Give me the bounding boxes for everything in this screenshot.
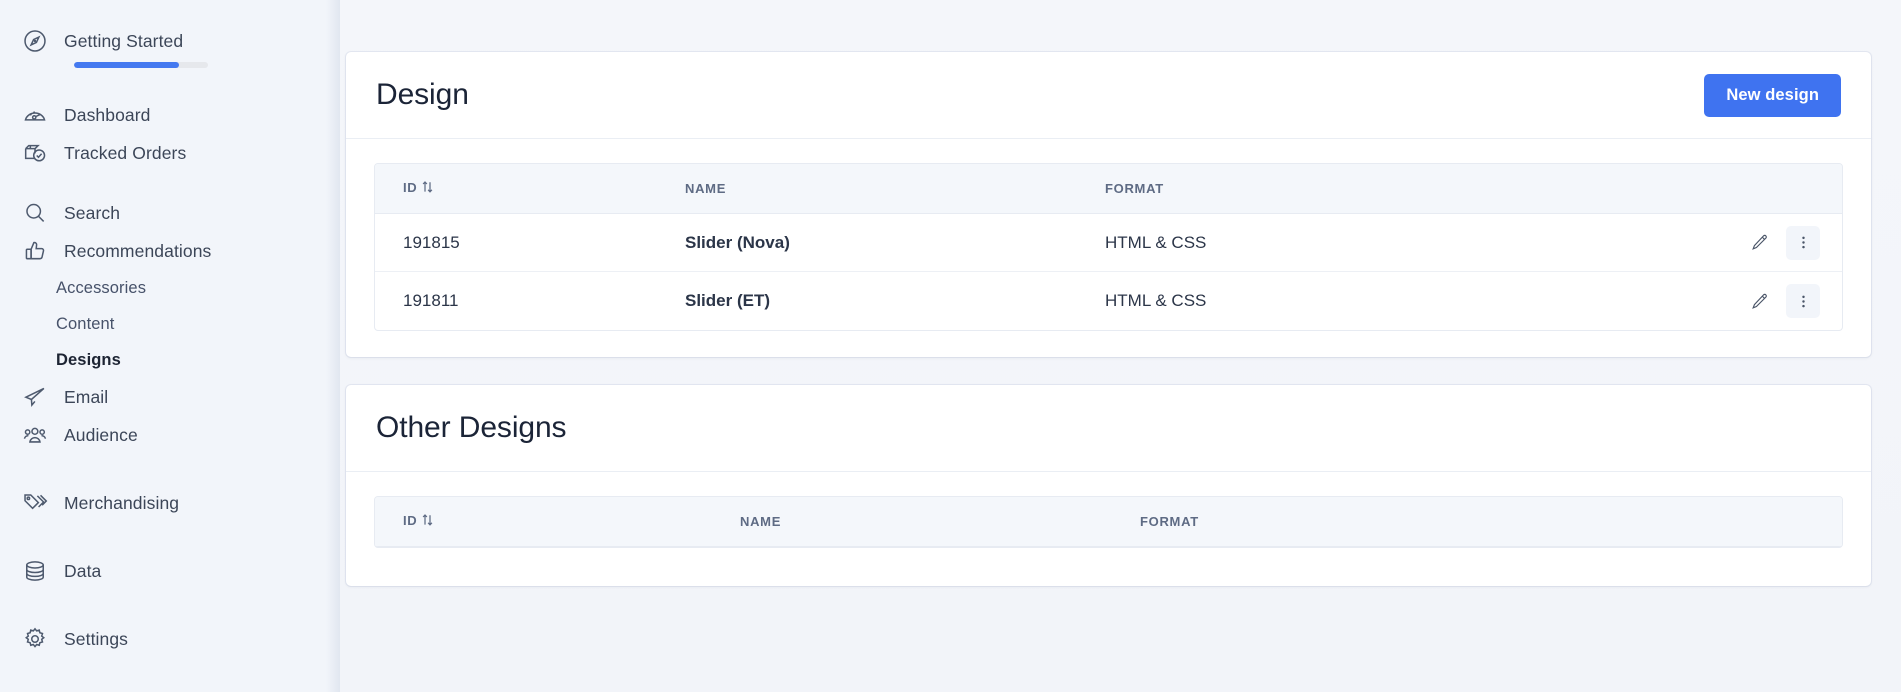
sidebar-item-recommendations[interactable]: Recommendations xyxy=(0,232,340,270)
sidebar-item-audience[interactable]: Audience xyxy=(0,416,340,454)
sidebar-item-label: Dashboard xyxy=(64,104,151,125)
pencil-icon[interactable] xyxy=(1742,226,1776,260)
table-row[interactable]: 191811 Slider (ET) HTML & CSS xyxy=(375,272,1842,330)
column-header-name: NAME xyxy=(740,497,1140,547)
table-header-row: ID NAME FORMAT xyxy=(375,497,1842,547)
column-header-id-label: ID xyxy=(403,180,418,196)
sidebar-item-label: Tracked Orders xyxy=(64,142,187,163)
sidebar-item-dashboard[interactable]: Dashboard xyxy=(0,96,340,134)
column-header-id[interactable]: ID xyxy=(375,164,685,214)
sidebar-item-getting-started[interactable]: Getting Started xyxy=(0,22,340,60)
row-actions xyxy=(1625,225,1842,260)
progress-track xyxy=(74,62,208,68)
column-header-format: FORMAT xyxy=(1140,497,1842,547)
sidebar-item-label: Accessories xyxy=(56,278,147,297)
tracked-orders-box-check-icon xyxy=(22,140,56,166)
sidebar-item-label: Getting Started xyxy=(64,30,184,51)
sidebar-item-label: Settings xyxy=(64,628,129,649)
sidebar-item-label: Designs xyxy=(56,350,121,369)
other-designs-card-header: Other Designs xyxy=(346,385,1871,472)
cell-format: HTML & CSS xyxy=(1105,214,1625,272)
sort-ascending-icon xyxy=(422,180,433,196)
cell-actions xyxy=(1625,272,1842,330)
sidebar-item-label: Search xyxy=(64,202,121,223)
row-actions xyxy=(1625,284,1842,318)
new-design-button[interactable]: New design xyxy=(1704,73,1841,117)
sidebar-item-label: Merchandising xyxy=(64,492,180,513)
sidebar-item-label: Audience xyxy=(64,424,138,445)
other-designs-empty-state xyxy=(374,548,1843,560)
other-designs-card: Other Designs ID NAME FORMAT xyxy=(346,385,1871,586)
sidebar: Getting Started Dashboard Tracked Orders… xyxy=(0,0,340,692)
design-card-header: Design New design xyxy=(346,52,1871,139)
sidebar-item-settings[interactable]: Settings xyxy=(0,620,340,658)
design-card: Design New design ID NAME FORMAT 191815 … xyxy=(346,52,1871,357)
sidebar-item-label: Data xyxy=(64,560,102,581)
sidebar-item-designs[interactable]: Designs xyxy=(0,342,340,378)
sidebar-item-data[interactable]: Data xyxy=(0,552,340,590)
page-title: Design xyxy=(376,78,469,111)
progress-fill xyxy=(74,62,179,68)
table-header-row: ID NAME FORMAT xyxy=(375,164,1842,214)
cell-format: HTML & CSS xyxy=(1105,291,1207,310)
thumbs-up-icon xyxy=(22,238,56,264)
sidebar-item-merchandising[interactable]: Merchandising xyxy=(0,484,340,522)
dashboard-gauge-icon xyxy=(22,102,56,128)
other-designs-title: Other Designs xyxy=(376,411,567,444)
compass-icon xyxy=(22,28,56,54)
cell-name: Slider (Nova) xyxy=(685,214,1105,272)
sidebar-item-label: Recommendations xyxy=(64,240,212,261)
cell-id: 191811 xyxy=(403,291,459,310)
sidebar-item-label: Content xyxy=(56,314,115,333)
other-designs-card-body: ID NAME FORMAT xyxy=(346,472,1871,586)
sidebar-item-tracked-orders[interactable]: Tracked Orders xyxy=(0,134,340,172)
designs-table-head: ID NAME FORMAT xyxy=(375,164,1842,214)
sidebar-item-accessories[interactable]: Accessories xyxy=(0,270,340,306)
app-root: Getting Started Dashboard Tracked Orders… xyxy=(0,0,1901,692)
sidebar-item-label: Email xyxy=(64,386,109,407)
database-icon xyxy=(22,558,56,584)
sort-ascending-icon xyxy=(422,513,433,529)
sidebar-item-search[interactable]: Search xyxy=(0,194,340,232)
column-header-id[interactable]: ID xyxy=(375,497,740,547)
designs-table-body: 191815 Slider (Nova) HTML & CSS 191811 S… xyxy=(375,214,1842,330)
other-designs-table: ID NAME FORMAT xyxy=(374,496,1843,548)
main-content: Design New design ID NAME FORMAT 191815 … xyxy=(340,0,1901,692)
design-card-body: ID NAME FORMAT 191815 Slider (Nova) HTML… xyxy=(346,139,1871,357)
other-designs-table-head: ID NAME FORMAT xyxy=(375,497,1842,547)
table-row[interactable]: 191815 Slider (Nova) HTML & CSS xyxy=(375,214,1842,272)
pencil-icon[interactable] xyxy=(1742,284,1776,318)
gear-icon xyxy=(22,626,56,652)
getting-started-progress xyxy=(0,62,340,68)
cell-name: Slider (ET) xyxy=(685,291,771,310)
column-header-format: FORMAT xyxy=(1105,164,1625,214)
paper-plane-icon xyxy=(22,384,56,410)
cell-id: 191815 xyxy=(375,214,685,272)
search-icon xyxy=(22,200,56,226)
tags-icon xyxy=(22,490,56,516)
people-group-icon xyxy=(22,422,56,448)
sidebar-item-content[interactable]: Content xyxy=(0,306,340,342)
designs-table: ID NAME FORMAT 191815 Slider (Nova) HTML… xyxy=(374,163,1843,331)
sidebar-item-email[interactable]: Email xyxy=(0,378,340,416)
more-vertical-icon[interactable] xyxy=(1786,284,1820,318)
cell-actions xyxy=(1625,214,1842,272)
column-header-actions xyxy=(1625,164,1842,214)
more-vertical-icon[interactable] xyxy=(1786,225,1820,260)
column-header-id-label: ID xyxy=(403,513,418,529)
column-header-name: NAME xyxy=(685,164,1105,214)
